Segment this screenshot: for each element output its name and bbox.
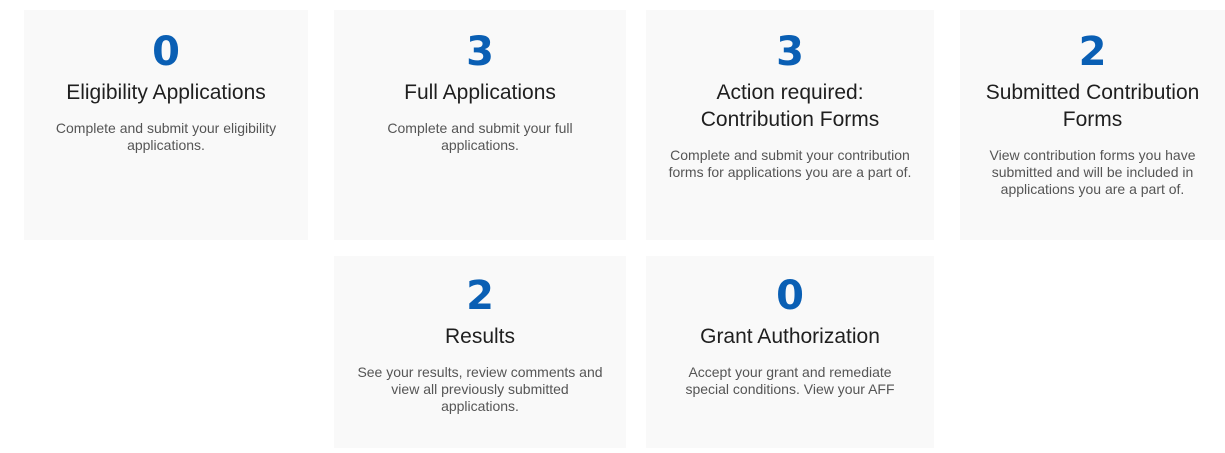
eligibility-applications-title: Eligibility Applications <box>66 81 266 104</box>
full-applications-description: Complete and submit your full applicatio… <box>387 120 573 153</box>
submitted-contribution-forms-title: Submitted Contribution Forms <box>985 81 1200 131</box>
action-required-contribution-forms-description: Complete and submit your contribution fo… <box>668 147 912 180</box>
results-description: See your results, review comments and vi… <box>357 364 603 414</box>
full-applications-count: 3 <box>466 29 494 75</box>
results-card[interactable]: 2 Results See your results, review comme… <box>334 256 626 448</box>
eligibility-applications-description: Complete and submit your eligibility app… <box>55 120 277 153</box>
action-required-contribution-forms-count: 3 <box>776 29 804 75</box>
grant-authorization-card[interactable]: 0 Grant Authorization Accept your grant … <box>646 256 934 448</box>
submitted-contribution-forms-count: 2 <box>1078 29 1107 75</box>
full-applications-card[interactable]: 3 Full Applications Complete and submit … <box>334 10 626 240</box>
submitted-contribution-forms-card[interactable]: 2 Submitted Contribution Forms View cont… <box>960 10 1225 240</box>
full-applications-title: Full Applications <box>404 81 556 104</box>
action-required-contribution-forms-card[interactable]: 3 Action required: Contribution Forms Co… <box>646 10 934 240</box>
eligibility-applications-card[interactable]: 0 Eligibility Applications Complete and … <box>24 10 308 240</box>
grant-authorization-count: 0 <box>776 273 804 319</box>
grant-authorization-description: Accept your grant and remediate special … <box>685 364 895 397</box>
submitted-contribution-forms-description: View contribution forms you have submitt… <box>989 147 1196 197</box>
grant-authorization-title: Grant Authorization <box>700 325 880 348</box>
results-count: 2 <box>466 273 494 319</box>
action-required-contribution-forms-title: Action required: Contribution Forms <box>700 81 880 131</box>
eligibility-applications-count: 0 <box>152 29 180 75</box>
results-title: Results <box>444 325 516 348</box>
